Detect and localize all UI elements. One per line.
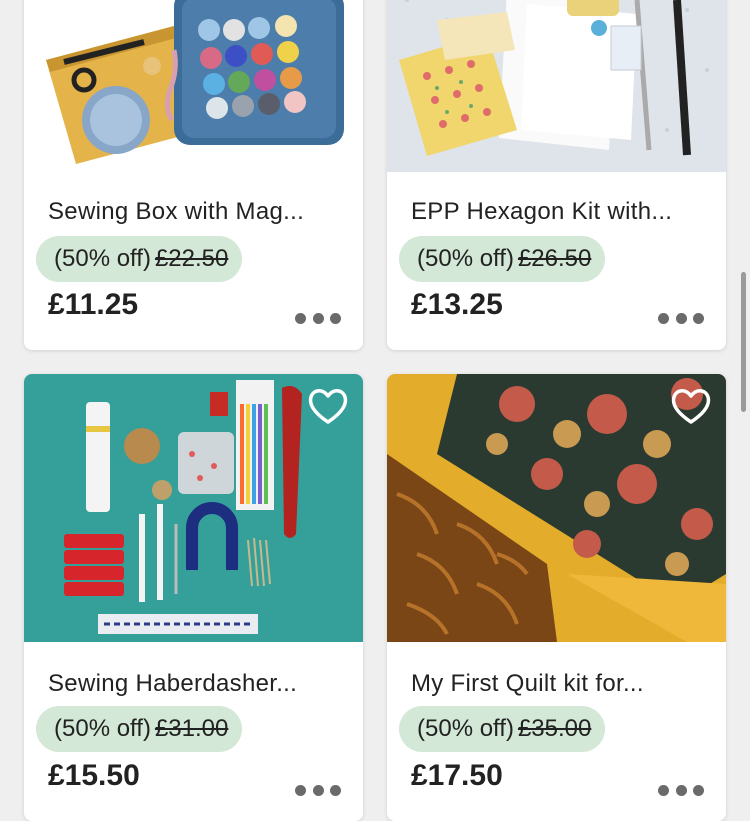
original-price: £26.50 <box>517 245 592 272</box>
listing-title[interactable]: EPP Hexagon Kit with... <box>411 198 707 226</box>
more-options-icon[interactable] <box>295 783 341 797</box>
listing-card[interactable]: Sewing Box with Mag... (50% off) £22.50 … <box>24 0 363 350</box>
discount-percent: (50% off) <box>417 715 514 742</box>
scrollbar[interactable] <box>741 272 746 412</box>
more-options-icon[interactable] <box>658 783 704 797</box>
sale-price: £17.50 <box>411 759 503 792</box>
listing-card[interactable]: My First Quilt kit for... (50% off) £35.… <box>387 374 726 821</box>
favorite-heart-icon[interactable] <box>307 386 349 426</box>
discount-badge: (50% off) £31.00 <box>36 706 243 752</box>
listing-card[interactable]: EPP Hexagon Kit with... (50% off) £26.50… <box>387 0 726 350</box>
discount-percent: (50% off) <box>54 715 151 742</box>
favorite-heart-icon[interactable] <box>670 386 712 426</box>
listing-title[interactable]: Sewing Haberdasher... <box>48 670 344 698</box>
sale-price: £11.25 <box>48 288 139 321</box>
original-price: £22.50 <box>154 245 229 272</box>
original-price: £31.00 <box>154 715 229 742</box>
listing-image[interactable] <box>387 0 726 172</box>
discount-percent: (50% off) <box>417 245 514 272</box>
discount-badge: (50% off) £22.50 <box>36 236 243 282</box>
more-options-icon[interactable] <box>295 311 341 325</box>
discount-percent: (50% off) <box>54 245 151 272</box>
listing-image[interactable] <box>24 374 363 642</box>
sale-price: £13.25 <box>411 288 503 321</box>
discount-badge: (50% off) £35.00 <box>399 706 606 752</box>
discount-badge: (50% off) £26.50 <box>399 236 606 282</box>
original-price: £35.00 <box>517 715 592 742</box>
listing-image[interactable] <box>24 0 363 172</box>
listing-title[interactable]: Sewing Box with Mag... <box>48 198 344 226</box>
listing-image[interactable] <box>387 374 726 642</box>
listing-title[interactable]: My First Quilt kit for... <box>411 670 707 698</box>
listing-card[interactable]: Sewing Haberdasher... (50% off) £31.00 £… <box>24 374 363 821</box>
more-options-icon[interactable] <box>658 311 704 325</box>
sale-price: £15.50 <box>48 759 140 792</box>
